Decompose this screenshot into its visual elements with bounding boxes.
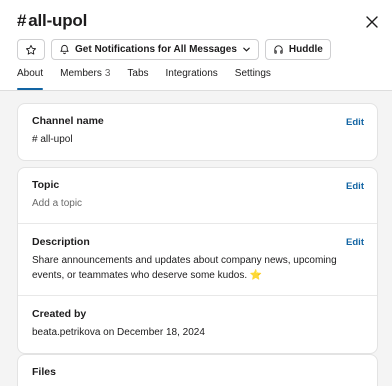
channel-hash-icon: # — [17, 11, 27, 30]
created-by-value: beata.petrikova on December 18, 2024 — [32, 327, 205, 338]
members-count: 3 — [104, 68, 111, 79]
channel-title-text: all-upol — [28, 11, 88, 30]
tab-members[interactable]: Members 3 — [60, 68, 110, 90]
tab-about[interactable]: About — [17, 68, 44, 90]
topic-placeholder[interactable]: Add a topic — [32, 196, 363, 211]
notifications-button[interactable]: Get Notifications for All Messages — [51, 39, 259, 60]
files-label: Files — [32, 366, 56, 378]
channel-name-card: Channel name # all-upol Edit — [17, 103, 378, 161]
topic-section: Topic Add a topic Edit — [18, 168, 377, 223]
star-icon — [26, 44, 36, 55]
bell-icon — [60, 44, 69, 55]
description-value: Share announcements and updates about co… — [32, 255, 337, 281]
topic-label: Topic — [32, 179, 60, 191]
close-button[interactable] — [364, 14, 380, 30]
huddle-button-label: Huddle — [288, 44, 323, 55]
channel-name-label: Channel name — [32, 115, 104, 127]
tab-tabs[interactable]: Tabs — [127, 68, 148, 90]
channel-action-row: Get Notifications for All Messages Huddl… — [17, 39, 331, 60]
tab-settings-label: Settings — [234, 68, 271, 79]
close-icon — [366, 16, 378, 28]
description-label: Description — [32, 236, 90, 248]
created-by-section: Created by beata.petrikova on December 1… — [18, 295, 377, 353]
tab-settings[interactable]: Settings — [235, 68, 271, 90]
description-section: Description Share announcements and upda… — [18, 223, 377, 295]
tab-tabs-label: Tabs — [127, 68, 149, 79]
channel-name-value: # all-upol — [32, 134, 73, 145]
files-card: Files — [17, 354, 378, 386]
details-card: Topic Add a topic Edit Description Share… — [17, 167, 378, 354]
created-by-label: Created by — [32, 308, 87, 320]
files-section[interactable]: Files — [18, 355, 377, 386]
tab-integrations-label: Integrations — [165, 68, 218, 79]
tab-integrations[interactable]: Integrations — [166, 68, 218, 90]
edit-description-link[interactable]: Edit — [346, 237, 364, 248]
star-channel-button[interactable] — [17, 39, 45, 60]
tab-members-label: Members — [60, 68, 102, 79]
channel-tabs: About Members 3 Tabs Integrations Settin… — [17, 68, 288, 92]
huddle-button[interactable]: Huddle — [264, 39, 331, 60]
tab-about-label: About — [17, 68, 44, 79]
edit-topic-link[interactable]: Edit — [346, 181, 364, 192]
headphones-icon — [274, 45, 283, 54]
notifications-button-label: Get Notifications for All Messages — [75, 44, 237, 55]
about-panel: Channel name # all-upol Edit Topic Add a… — [0, 91, 392, 386]
edit-channel-name-link[interactable]: Edit — [346, 117, 364, 128]
channel-details-header: # all-upol Get Notifications for All Mes… — [0, 0, 392, 92]
chevron-down-icon — [243, 47, 250, 52]
channel-name-section: Channel name # all-upol Edit — [18, 104, 377, 160]
channel-title: # all-upol — [17, 11, 87, 31]
